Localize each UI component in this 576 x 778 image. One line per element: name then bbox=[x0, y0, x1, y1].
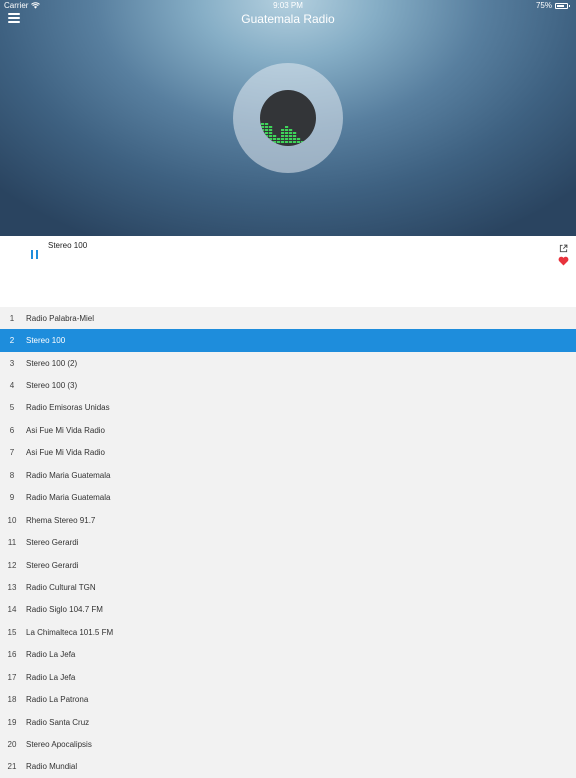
status-bar: Carrier 9:03 PM 75% bbox=[0, 0, 576, 12]
station-number: 19 bbox=[7, 717, 17, 727]
station-row[interactable]: 20 Stereo Apocalipsis bbox=[0, 733, 576, 756]
station-name: Radio Siglo 104.7 FM bbox=[26, 605, 103, 615]
station-row[interactable]: 5 Radio Emisoras Unidas bbox=[0, 396, 576, 420]
station-number: 1 bbox=[9, 313, 15, 323]
station-number: 17 bbox=[7, 672, 17, 682]
station-number: 6 bbox=[9, 425, 15, 435]
station-row[interactable]: 4 Stereo 100 (3) bbox=[0, 374, 576, 397]
station-row[interactable]: 14 Radio Siglo 104.7 FM bbox=[0, 598, 576, 622]
station-number: 2 bbox=[9, 336, 15, 346]
equalizer-icon bbox=[260, 90, 316, 146]
station-name: Stereo 100 bbox=[26, 336, 66, 346]
station-name: Stereo Gerardi bbox=[26, 538, 79, 548]
station-row[interactable]: 6 Asi Fue Mi Vida Radio bbox=[0, 419, 576, 442]
now-playing-bar: Stereo 100 bbox=[0, 236, 576, 307]
station-name: Radio Palabra-Miel bbox=[26, 313, 95, 323]
station-name: La Chimalteca 101.5 FM bbox=[26, 627, 114, 637]
station-name: Radio La Jefa bbox=[26, 650, 76, 660]
station-name: Radio La Patrona bbox=[26, 695, 89, 705]
station-number: 12 bbox=[7, 560, 17, 570]
station-row[interactable]: 10 Rhema Stereo 91.7 bbox=[0, 508, 576, 532]
battery-icon bbox=[555, 2, 570, 9]
station-row[interactable]: 3 Stereo 100 (2) bbox=[0, 351, 576, 375]
station-row[interactable]: 2 Stereo 100 bbox=[0, 329, 576, 352]
station-row[interactable]: 19 Radio Santa Cruz bbox=[0, 710, 576, 734]
station-name: Stereo Gerardi bbox=[26, 560, 79, 570]
station-number: 20 bbox=[7, 740, 17, 750]
station-row[interactable]: 7 Asi Fue Mi Vida Radio bbox=[0, 441, 576, 465]
heart-icon[interactable] bbox=[558, 253, 569, 266]
now-playing-title: Stereo 100 bbox=[48, 241, 88, 250]
station-name: Radio Cultural TGN bbox=[26, 582, 96, 592]
station-number: 7 bbox=[9, 448, 15, 458]
station-number: 15 bbox=[7, 627, 17, 637]
battery-status: 75% bbox=[535, 1, 570, 10]
station-name: Stereo 100 (3) bbox=[26, 381, 78, 391]
station-name: Radio Maria Guatemala bbox=[26, 493, 111, 503]
station-number: 9 bbox=[9, 493, 15, 503]
station-name: Radio La Jefa bbox=[26, 672, 76, 682]
battery-percent: 75% bbox=[535, 1, 552, 10]
station-number: 14 bbox=[7, 605, 17, 615]
station-row[interactable]: 16 Radio La Jefa bbox=[0, 643, 576, 666]
station-name: Asi Fue Mi Vida Radio bbox=[26, 425, 105, 435]
station-name: Radio Emisoras Unidas bbox=[26, 403, 110, 413]
station-row[interactable]: 8 Radio Maria Guatemala bbox=[0, 464, 576, 487]
station-name: Stereo 100 (2) bbox=[26, 358, 78, 368]
status-time: 9:03 PM bbox=[273, 1, 303, 10]
station-row[interactable]: 12 Stereo Gerardi bbox=[0, 553, 576, 577]
app-title: Guatemala Radio bbox=[241, 12, 335, 26]
station-number: 3 bbox=[9, 358, 15, 368]
station-row[interactable]: 13 Radio Cultural TGN bbox=[0, 576, 576, 599]
player-artwork-background: Carrier 9:03 PM 75% Guatemala Radio bbox=[0, 0, 576, 236]
station-number: 5 bbox=[9, 403, 15, 413]
station-name: Radio Santa Cruz bbox=[26, 717, 90, 727]
station-number: 11 bbox=[7, 538, 17, 548]
station-number: 8 bbox=[9, 470, 15, 480]
station-row[interactable]: 9 Radio Maria Guatemala bbox=[0, 486, 576, 509]
station-number: 13 bbox=[7, 582, 17, 592]
station-number: 21 bbox=[7, 762, 17, 772]
station-name: Radio Mundial bbox=[26, 762, 78, 772]
station-number: 18 bbox=[7, 695, 17, 705]
station-number: 16 bbox=[7, 650, 17, 660]
station-name: Rhema Stereo 91.7 bbox=[26, 515, 96, 525]
share-icon[interactable] bbox=[559, 240, 568, 253]
station-name: Radio Maria Guatemala bbox=[26, 470, 111, 480]
station-list: 1 Radio Palabra-Miel 2 Stereo 100 3 Stereo 10… bbox=[0, 307, 576, 778]
station-name: Stereo Apocalipsis bbox=[26, 740, 92, 750]
station-row[interactable]: 17 Radio La Jefa bbox=[0, 666, 576, 689]
station-row[interactable]: 18 Radio La Patrona bbox=[0, 688, 576, 711]
station-number: 10 bbox=[7, 515, 17, 525]
station-number: 4 bbox=[9, 381, 15, 391]
pause-icon[interactable] bbox=[28, 248, 42, 262]
station-name: Asi Fue Mi Vida Radio bbox=[26, 448, 105, 458]
station-row[interactable]: 21 Radio Mundial bbox=[0, 755, 576, 778]
station-row[interactable]: 11 Stereo Gerardi bbox=[0, 531, 576, 554]
station-row[interactable]: 15 La Chimalteca 101.5 FM bbox=[0, 621, 576, 644]
station-row[interactable]: 1 Radio Palabra-Miel bbox=[0, 307, 576, 330]
